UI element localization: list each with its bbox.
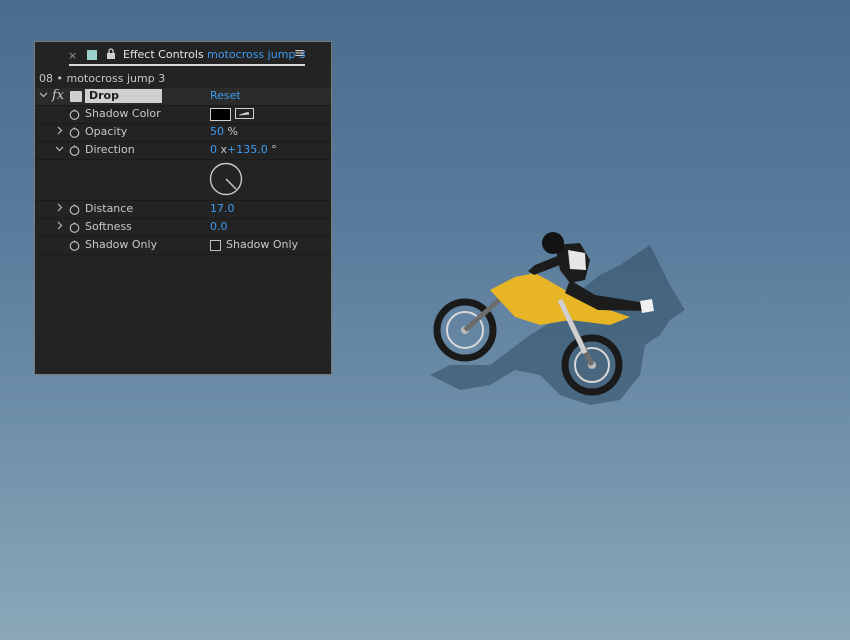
direction-value-group: 0 x+135.0 °	[210, 143, 277, 156]
property-row-softness: Softness 0.0	[35, 219, 331, 237]
opacity-value-group: 50 %	[210, 125, 238, 138]
opacity-unit: %	[227, 125, 238, 138]
stopwatch-icon[interactable]	[69, 240, 80, 251]
effect-header-row[interactable]: fx Drop Shadow Reset	[35, 88, 331, 116]
direction-dial-row	[35, 160, 331, 201]
rider-boot	[640, 299, 654, 313]
property-row-shadow-only: Shadow Only Shadow Only	[35, 237, 331, 255]
effect-preset-icon	[70, 91, 82, 102]
property-label: Opacity	[85, 125, 128, 138]
motocross-rider-image	[430, 232, 685, 405]
chevron-right-icon[interactable]	[55, 221, 64, 230]
property-label: Direction	[85, 143, 135, 156]
rider-helmet	[542, 232, 564, 254]
effect-controls-panel: × Effect Controls motocross jump 3 ≡ 08 …	[34, 41, 332, 375]
stopwatch-icon[interactable]	[69, 109, 80, 120]
effect-property-list: fx Drop Shadow Reset Shadow Color Opacit…	[35, 88, 331, 255]
stopwatch-icon[interactable]	[69, 222, 80, 233]
property-row-direction: Direction 0 x+135.0 °	[35, 142, 331, 160]
lock-icon[interactable]	[106, 48, 116, 59]
softness-value[interactable]: 0.0	[210, 220, 228, 233]
stopwatch-icon[interactable]	[69, 145, 80, 156]
tab-effect-controls[interactable]: Effect Controls motocross jump 3	[123, 48, 306, 61]
chevron-down-icon[interactable]	[39, 90, 48, 99]
reset-link[interactable]: Reset	[210, 89, 241, 102]
fx-toggle-icon[interactable]: fx	[52, 88, 64, 103]
angle-dial[interactable]	[209, 162, 243, 196]
rider-shirt	[568, 250, 586, 270]
active-tab-indicator	[69, 64, 305, 66]
chevron-down-icon[interactable]	[55, 144, 64, 153]
shadow-only-checkbox-label[interactable]: Shadow Only	[226, 238, 298, 251]
property-row-opacity: Opacity 50 %	[35, 124, 331, 142]
tab-title-label: Effect Controls	[123, 48, 204, 61]
close-tab-icon[interactable]: ×	[68, 49, 77, 62]
direction-revolutions[interactable]: 0	[210, 143, 217, 156]
property-label: Shadow Color	[85, 107, 161, 120]
tab-layer-name: motocross jump 3	[207, 48, 306, 61]
property-label: Shadow Only	[85, 238, 158, 251]
stopwatch-icon[interactable]	[69, 127, 80, 138]
property-label: Softness	[85, 220, 132, 233]
property-row-shadow-color: Shadow Color	[35, 106, 331, 124]
opacity-value[interactable]: 50	[210, 125, 224, 138]
chevron-right-icon[interactable]	[55, 126, 64, 135]
eyedropper-icon[interactable]	[235, 108, 254, 119]
panel-menu-icon[interactable]: ≡	[294, 46, 305, 61]
panel-tab-bar: × Effect Controls motocross jump 3 ≡	[35, 42, 331, 70]
property-row-distance: Distance 17.0	[35, 201, 331, 219]
rider-arm	[528, 255, 560, 275]
stopwatch-icon[interactable]	[69, 204, 80, 215]
distance-value[interactable]: 17.0	[210, 202, 235, 215]
direction-unit: °	[271, 143, 277, 156]
label-color-swatch	[87, 50, 97, 60]
shadow-only-checkbox[interactable]	[210, 240, 221, 251]
property-label: Distance	[85, 202, 134, 215]
chevron-right-icon[interactable]	[55, 203, 64, 212]
composition-layer-title: 08 • motocross jump 3	[39, 72, 166, 85]
direction-degrees[interactable]: +135.0	[227, 143, 268, 156]
effect-name[interactable]: Drop Shadow	[85, 89, 162, 116]
shadow-color-swatch[interactable]	[210, 108, 231, 121]
